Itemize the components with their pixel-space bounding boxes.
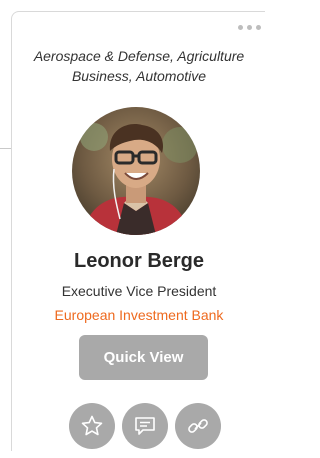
connect-button[interactable] — [175, 403, 221, 449]
more-options-icon[interactable] — [238, 25, 261, 30]
job-title: Executive Vice President — [61, 283, 217, 299]
company-name[interactable]: European Investment Bank — [12, 307, 266, 323]
link-icon — [188, 419, 208, 433]
dot — [256, 25, 261, 30]
dot — [247, 25, 252, 30]
favorite-button[interactable] — [69, 403, 115, 449]
avatar — [72, 107, 200, 235]
avatar-photo — [72, 107, 200, 235]
star-icon — [81, 415, 103, 436]
industries-text: Aerospace & Defense, Agriculture Busines… — [33, 48, 245, 84]
person-name: Leonor Berge — [73, 250, 205, 272]
message-button[interactable] — [122, 403, 168, 449]
profile-card: Aerospace & Defense, Agriculture Busines… — [11, 11, 265, 451]
dot — [238, 25, 243, 30]
action-buttons — [69, 403, 221, 449]
quick-view-button[interactable]: Quick View — [79, 335, 208, 380]
page: Aerospace & Defense, Agriculture Busines… — [0, 0, 265, 458]
message-icon — [135, 417, 155, 435]
